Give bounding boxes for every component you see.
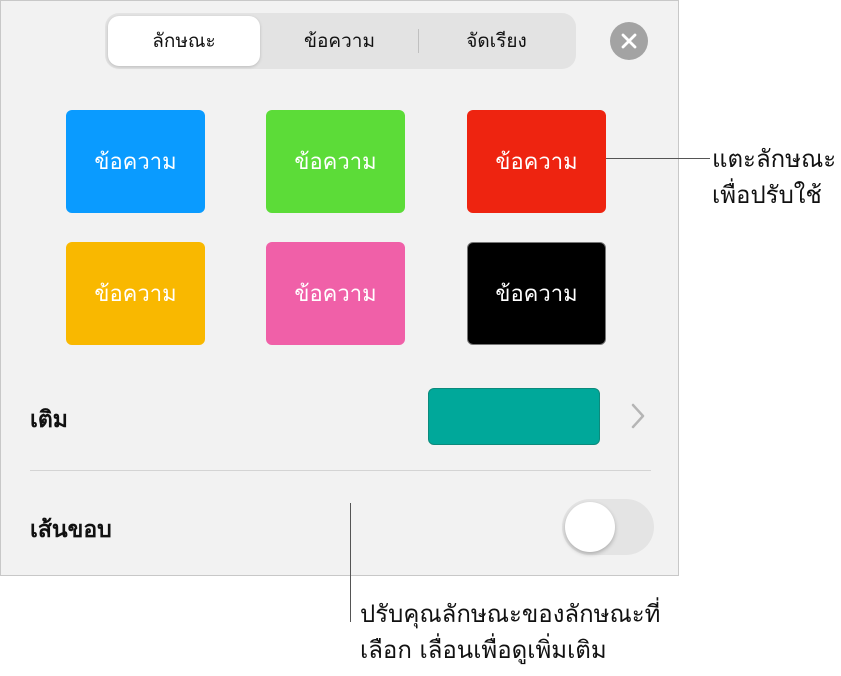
- row-separator: [30, 470, 651, 471]
- fill-color-well[interactable]: [428, 388, 600, 445]
- toggle-knob: [565, 502, 615, 552]
- fill-label: เติม: [30, 407, 68, 433]
- close-icon: [621, 33, 637, 49]
- callout-leader-line: [350, 503, 351, 622]
- callout-line: ปรับคุณลักษณะของลักษณะที่: [360, 600, 661, 628]
- callout-line: แตะลักษณะ: [712, 145, 837, 173]
- style-swatch-yellow[interactable]: ข้อความ: [66, 242, 205, 345]
- format-panel: ลักษณะ ข้อความ จัดเรียง ข้อความ ข้อความ …: [0, 0, 679, 576]
- tab-arrange[interactable]: จัดเรียง: [419, 16, 574, 66]
- segmented-control: ลักษณะ ข้อความ จัดเรียง: [105, 13, 576, 69]
- tab-style[interactable]: ลักษณะ: [108, 16, 260, 66]
- style-swatch-blue[interactable]: ข้อความ: [66, 110, 205, 213]
- close-button[interactable]: [610, 22, 648, 60]
- callout-adjust-attributes: ปรับคุณลักษณะของลักษณะที่ เลือก เลื่อนเพ…: [360, 596, 660, 668]
- border-label: เส้นขอบ: [30, 517, 112, 543]
- callout-line: เลือก เลื่อนเพื่อดูเพิ่มเติม: [360, 636, 607, 664]
- tab-text[interactable]: ข้อความ: [262, 16, 417, 66]
- border-toggle[interactable]: [562, 499, 654, 555]
- style-swatch-green[interactable]: ข้อความ: [266, 110, 405, 213]
- chevron-right-icon[interactable]: [628, 401, 648, 431]
- callout-apply-style: แตะลักษณะ เพื่อปรับใช้: [712, 141, 836, 213]
- callout-leader-line: [606, 158, 710, 159]
- style-swatch-pink[interactable]: ข้อความ: [266, 242, 405, 345]
- style-swatch-red[interactable]: ข้อความ: [467, 110, 606, 213]
- callout-line: เพื่อปรับใช้: [712, 181, 822, 209]
- style-swatch-black[interactable]: ข้อความ: [467, 242, 606, 345]
